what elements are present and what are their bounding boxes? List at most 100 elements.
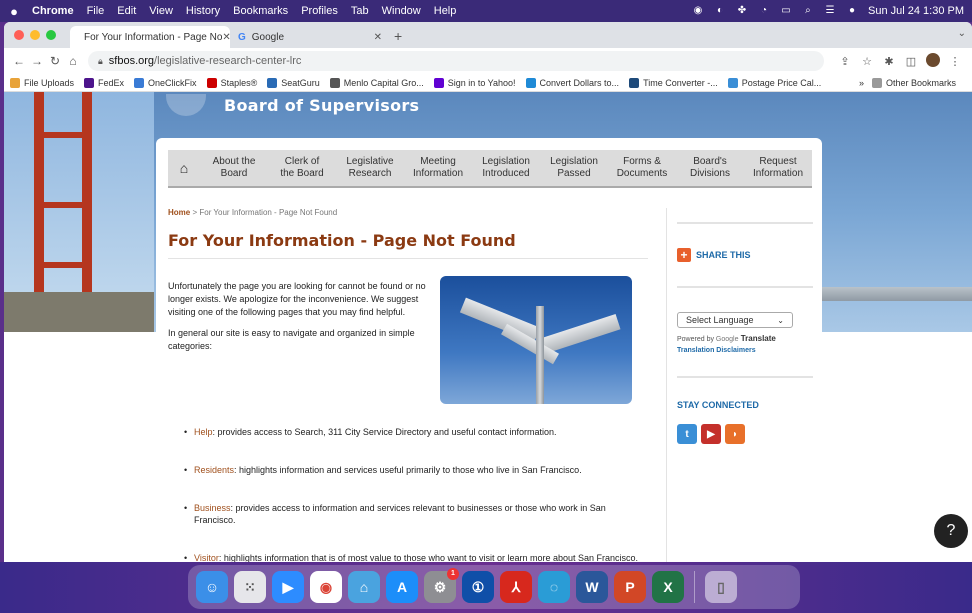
menu-help[interactable]: Help <box>434 5 457 17</box>
bookmark-item[interactable]: Convert Dollars to... <box>525 77 619 88</box>
status-app-icon[interactable]: ◔ <box>758 5 770 17</box>
window-controls <box>14 30 56 40</box>
lock-icon[interactable]: 🔒︎ <box>98 56 103 67</box>
onepassword-icon[interactable]: ① <box>462 571 494 603</box>
menu-history[interactable]: History <box>186 5 220 17</box>
other-bookmarks[interactable]: Other Bookmarks <box>871 77 956 88</box>
nav-boards-divisions[interactable]: Board's Divisions <box>676 156 744 180</box>
bookmark-star-icon[interactable]: ☆ <box>856 55 878 68</box>
share-this-button[interactable]: + SHARE THIS <box>677 248 813 262</box>
status-app-icon[interactable]: ✤ <box>736 5 748 17</box>
bookmark-item[interactable]: OneClickFix <box>134 77 197 88</box>
trash-icon[interactable]: ▯ <box>705 571 737 603</box>
chevron-down-icon: ⌄ <box>777 315 784 325</box>
visitor-link[interactable]: Visitor <box>194 553 219 562</box>
nav-forms-documents[interactable]: Forms & Documents <box>608 156 676 180</box>
site-title[interactable]: Board of Supervisors <box>224 96 419 115</box>
nav-legislative-research[interactable]: Legislative Research <box>336 156 404 180</box>
nav-request-information[interactable]: Request Information <box>744 156 812 180</box>
nav-legislation-introduced[interactable]: Legislation Introduced <box>472 156 540 180</box>
address-bar[interactable]: 🔒︎ sfbos.org /legislative-research-cente… <box>88 51 824 71</box>
menu-profiles[interactable]: Profiles <box>301 5 338 17</box>
nav-meeting-information[interactable]: Meeting Information <box>404 156 472 180</box>
finder-icon[interactable]: ☺ <box>196 571 228 603</box>
reload-icon[interactable]: ↻ <box>46 54 64 68</box>
forward-icon[interactable]: → <box>28 54 46 68</box>
siri-icon[interactable]: ● <box>846 5 858 17</box>
golden-gate-image <box>4 92 154 332</box>
word-icon[interactable]: W <box>576 571 608 603</box>
close-window-button[interactable] <box>14 30 24 40</box>
language-select[interactable]: Select Language ⌄ <box>677 312 793 328</box>
page-viewport: Board of Supervisors ⌂ About the Board C… <box>4 92 972 562</box>
business-link[interactable]: Business <box>194 503 231 513</box>
rss-icon[interactable]: ◗ <box>725 424 745 444</box>
close-tab-icon[interactable]: ✕ <box>374 32 382 43</box>
powered-by-google: Powered by Google Translate <box>677 334 776 343</box>
status-app-icon[interactable]: ◐ <box>714 5 726 17</box>
breadcrumb-home-link[interactable]: Home <box>168 208 190 217</box>
menu-file[interactable]: File <box>87 5 105 17</box>
edge-icon[interactable]: ◌ <box>538 571 570 603</box>
bookmark-item[interactable]: Postage Price Cal... <box>727 77 821 88</box>
menu-edit[interactable]: Edit <box>117 5 136 17</box>
nav-clerk-of-the-board[interactable]: Clerk of the Board <box>268 156 336 180</box>
notification-badge: 1 <box>447 568 459 580</box>
apple-icon[interactable]: ● <box>8 4 20 19</box>
control-center-icon[interactable]: ☰ <box>824 5 836 17</box>
bookmark-item[interactable]: SeatGuru <box>267 77 320 88</box>
youtube-icon[interactable]: ▶ <box>701 424 721 444</box>
nav-about-the-board[interactable]: About the Board <box>200 156 268 180</box>
back-icon[interactable]: ← <box>10 54 28 68</box>
home-icon[interactable]: ⌂ <box>64 54 82 68</box>
status-app-icon[interactable]: ◉ <box>692 5 704 17</box>
translation-disclaimers-link[interactable]: Translation Disclaimers <box>677 347 813 354</box>
status-area: ◉ ◐ ✤ ◔ ▭ ⌕ ☰ ● Sun Jul 24 1:30 PM <box>692 5 964 17</box>
menu-view[interactable]: View <box>149 5 173 17</box>
category-list: Help: provides access to Search, 311 Cit… <box>182 426 642 562</box>
menu-chrome[interactable]: Chrome <box>32 5 74 17</box>
bookmark-item[interactable]: Time Converter -... <box>629 77 718 88</box>
extensions-icon[interactable]: ✱ <box>878 55 900 68</box>
menu-tab[interactable]: Tab <box>351 5 369 17</box>
acrobat-icon[interactable]: ⅄ <box>500 571 532 603</box>
keynote-icon[interactable]: ⌂ <box>348 571 380 603</box>
bookmark-item[interactable]: Menlo Capital Gro... <box>329 77 424 88</box>
minimize-window-button[interactable] <box>30 30 40 40</box>
bookmark-item[interactable]: Staples® <box>206 77 257 88</box>
spotlight-icon[interactable]: ⌕ <box>802 5 814 17</box>
battery-icon[interactable]: ▭ <box>780 5 792 17</box>
sidepanel-icon[interactable]: ◫ <box>900 55 922 68</box>
tab-google[interactable]: G Google ✕ <box>230 26 390 48</box>
chrome-icon[interactable]: ◉ <box>310 571 342 603</box>
system-preferences-icon[interactable]: ⚙ 1 <box>424 568 459 603</box>
bookmark-item[interactable]: Sign in to Yahoo! <box>433 77 516 88</box>
zoom-icon[interactable]: ▶ <box>272 571 304 603</box>
twitter-icon[interactable]: t <box>677 424 697 444</box>
signpost-image <box>440 276 632 404</box>
tab-active[interactable]: For Your Information - Page No ✕ <box>70 26 231 48</box>
profile-avatar[interactable] <box>922 52 944 70</box>
residents-link[interactable]: Residents <box>194 465 234 475</box>
bookmark-item[interactable]: File Uploads <box>10 77 74 88</box>
home-nav-icon[interactable]: ⌂ <box>168 160 200 176</box>
app-store-icon[interactable]: A <box>386 571 418 603</box>
share-icon[interactable]: ⇪ <box>834 55 856 68</box>
clock[interactable]: Sun Jul 24 1:30 PM <box>868 5 964 17</box>
social-links: t ▶ ◗ <box>677 424 813 444</box>
accessibility-ear-icon[interactable]: ? <box>934 514 968 548</box>
more-menu-icon[interactable]: ⋮ <box>944 55 966 68</box>
sidebar: + SHARE THIS Select Language ⌄ Powered b… <box>666 208 813 562</box>
menu-bookmarks[interactable]: Bookmarks <box>233 5 288 17</box>
help-link[interactable]: Help <box>194 427 213 437</box>
excel-icon[interactable]: X <box>652 571 684 603</box>
new-tab-button[interactable]: + <box>394 28 402 48</box>
powerpoint-icon[interactable]: P <box>614 571 646 603</box>
nav-legislation-passed[interactable]: Legislation Passed <box>540 156 608 180</box>
bookmark-item[interactable]: FedEx <box>84 77 124 88</box>
tab-search-icon[interactable]: ⌄ <box>958 28 966 39</box>
bookmarks-overflow[interactable]: » <box>859 78 864 88</box>
launchpad-icon[interactable]: ⁙ <box>234 571 266 603</box>
zoom-window-button[interactable] <box>46 30 56 40</box>
menu-window[interactable]: Window <box>382 5 421 17</box>
